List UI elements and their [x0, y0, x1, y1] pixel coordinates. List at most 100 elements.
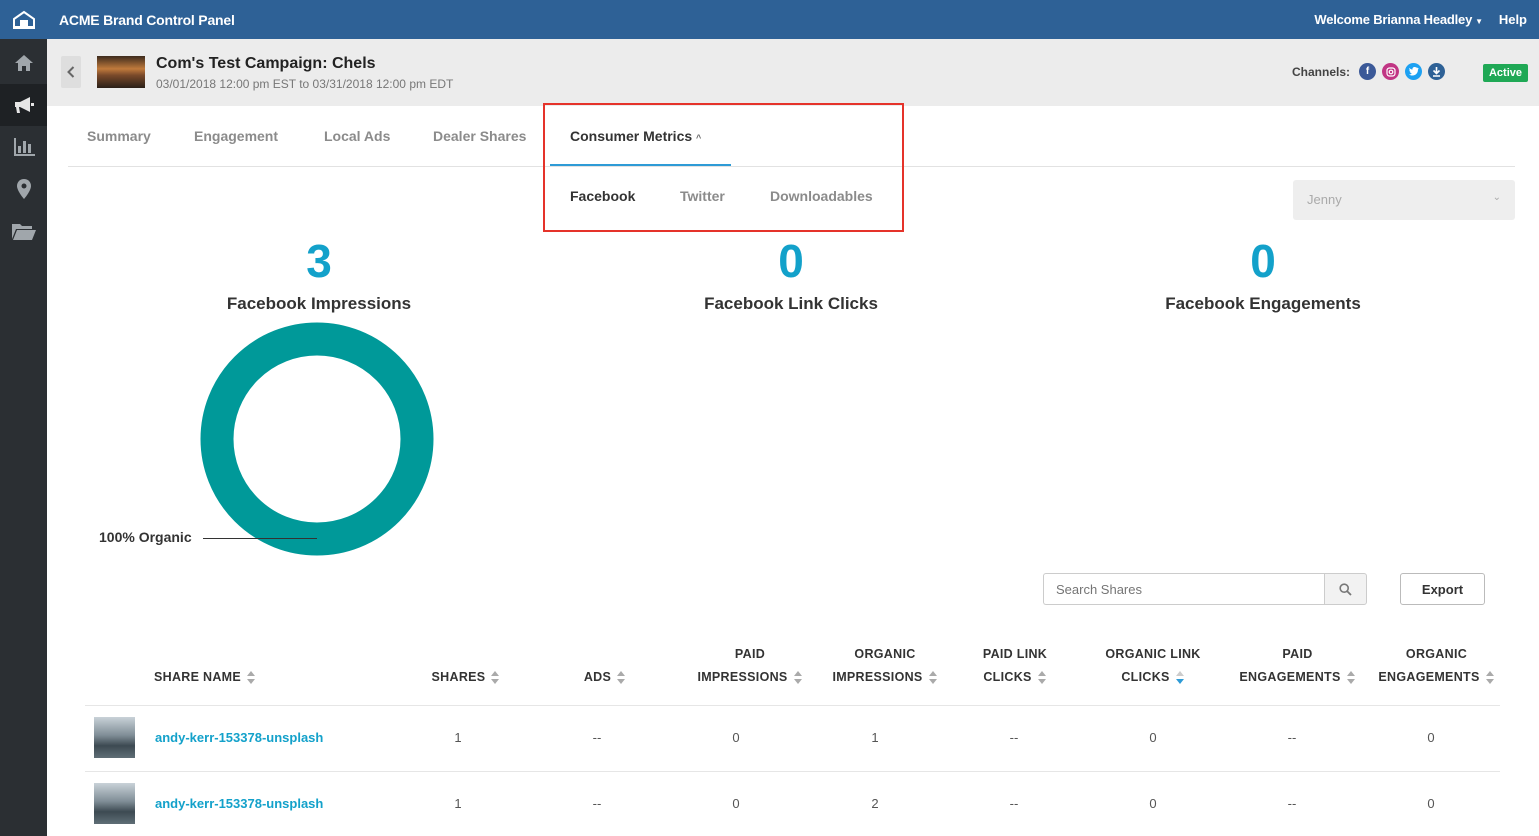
cell-organic-impressions: 2 — [871, 796, 879, 811]
search-button[interactable] — [1324, 573, 1367, 605]
sort-icon — [793, 671, 803, 685]
cell-paid-engagements: -- — [1287, 796, 1297, 811]
sort-icon — [1485, 671, 1495, 685]
cell-paid-impressions: 0 — [732, 730, 740, 745]
tab-summary[interactable]: Summary — [87, 128, 151, 144]
cell-shares: 1 — [454, 730, 462, 745]
col-header-label: ENGAGEMENTS — [1378, 670, 1480, 684]
sidebar-item-campaigns[interactable] — [0, 84, 47, 126]
share-name-link[interactable]: andy-kerr-153378-unsplash — [155, 730, 323, 745]
metric-value: 3 — [306, 235, 332, 287]
tab-local-ads[interactable]: Local Ads — [324, 128, 390, 144]
app-title: ACME Brand Control Panel — [59, 11, 235, 28]
home-icon — [14, 55, 33, 71]
help-link[interactable]: Help — [1499, 12, 1527, 27]
cell-paid-engagements: -- — [1287, 730, 1297, 745]
col-header-label: ORGANIC LINK — [1105, 647, 1201, 661]
donut-label: 100% Organic — [99, 529, 192, 545]
col-header-label: ENGAGEMENTS — [1239, 670, 1341, 684]
table-row-divider — [85, 771, 1500, 772]
col-header-label: IMPRESSIONS — [832, 670, 923, 684]
user-menu[interactable]: Welcome Brianna Headley ▼ — [1314, 12, 1483, 27]
col-header-label: ORGANIC — [1405, 647, 1468, 661]
col-header-paid-link-clicks[interactable]: PAID LINK CLICKS — [950, 643, 1080, 689]
house-logo-icon — [12, 10, 35, 29]
share-thumbnail — [94, 783, 135, 824]
col-header-shares[interactable]: SHARES — [421, 666, 511, 689]
donut-label-line — [203, 538, 317, 539]
sort-desc-icon — [1175, 671, 1185, 685]
back-button[interactable] — [61, 56, 81, 88]
megaphone-icon — [14, 97, 34, 113]
cell-organic-link-clicks: 0 — [1149, 730, 1157, 745]
col-header-organic-impressions[interactable]: ORGANIC IMPRESSIONS — [815, 643, 955, 689]
dealer-filter-value: Jenny — [1307, 192, 1342, 207]
tab-engagement[interactable]: Engagement — [194, 128, 278, 144]
dealer-filter-select[interactable]: Jenny ⌄ — [1293, 180, 1515, 220]
cell-paid-link-clicks: -- — [1009, 730, 1019, 745]
channels-list: Channels: f — [1292, 63, 1445, 80]
metric-label: Facebook Impressions — [226, 294, 412, 313]
share-thumbnail — [94, 717, 135, 758]
search-icon — [1339, 582, 1352, 596]
sidebar-item-locations[interactable] — [0, 168, 47, 210]
col-header-ads[interactable]: ADS — [560, 666, 650, 689]
col-header-label: SHARES — [431, 670, 486, 684]
sort-icon — [928, 671, 938, 685]
metric-label: Facebook Link Clicks — [704, 294, 878, 313]
cell-ads: -- — [592, 730, 602, 745]
highlight-annotation — [543, 103, 904, 232]
col-header-label: CLICKS — [1121, 670, 1170, 684]
campaign-title: Com's Test Campaign: Chels — [156, 55, 376, 72]
tab-dealer-shares[interactable]: Dealer Shares — [433, 128, 526, 144]
sort-icon — [491, 671, 500, 685]
cell-organic-link-clicks: 0 — [1149, 796, 1157, 811]
impressions-donut-chart — [200, 322, 434, 556]
donut-organic-segment — [200, 322, 434, 556]
col-header-label: SHARE NAME — [154, 670, 242, 684]
cell-organic-engagements: 0 — [1427, 730, 1435, 745]
col-header-label: IMPRESSIONS — [697, 670, 788, 684]
sidebar-item-reports[interactable] — [0, 126, 47, 168]
export-button[interactable]: Export — [1400, 573, 1485, 605]
chevron-left-icon — [67, 66, 75, 78]
metric-value: 0 — [1250, 235, 1276, 287]
brand-logo[interactable] — [0, 0, 47, 39]
col-header-label: PAID LINK — [982, 647, 1048, 661]
sort-icon — [1037, 671, 1047, 685]
col-header-organic-link-clicks[interactable]: ORGANIC LINK CLICKS — [1088, 643, 1218, 689]
cell-organic-impressions: 1 — [871, 730, 879, 745]
col-header-organic-engagements[interactable]: ORGANIC ENGAGEMENTS — [1364, 643, 1509, 689]
facebook-icon: f — [1359, 63, 1376, 80]
metric-engagements: 0 Facebook Engagements — [1083, 238, 1443, 314]
metric-value: 0 — [778, 235, 804, 287]
sort-icon — [1346, 671, 1356, 685]
campaign-thumbnail — [97, 56, 145, 88]
col-header-label: ADS — [583, 670, 612, 684]
sidebar-item-assets[interactable] — [0, 210, 47, 252]
bar-chart-icon — [13, 138, 35, 156]
search-shares-input[interactable] — [1043, 573, 1325, 605]
col-header-paid-engagements[interactable]: PAID ENGAGEMENTS — [1225, 643, 1370, 689]
metric-impressions: 3 Facebook Impressions — [139, 238, 499, 314]
sidebar — [0, 0, 47, 836]
cell-ads: -- — [592, 796, 602, 811]
instagram-icon — [1382, 63, 1399, 80]
top-bar: ACME Brand Control Panel Welcome Brianna… — [47, 0, 1539, 39]
channels-label: Channels: — [1291, 64, 1350, 79]
cell-paid-link-clicks: -- — [1009, 796, 1019, 811]
cell-organic-engagements: 0 — [1427, 796, 1435, 811]
col-header-paid-impressions[interactable]: PAID IMPRESSIONS — [680, 643, 820, 689]
share-name-link[interactable]: andy-kerr-153378-unsplash — [155, 796, 323, 811]
user-greeting: Welcome Brianna Headley — [1314, 12, 1473, 27]
table-header-divider — [85, 705, 1500, 706]
metric-label: Facebook Engagements — [1165, 294, 1361, 313]
campaign-header: Com's Test Campaign: Chels 03/01/2018 12… — [47, 39, 1539, 106]
campaign-dates: 03/01/2018 12:00 pm EST to 03/31/2018 12… — [156, 77, 454, 91]
col-header-share-name[interactable]: SHARE NAME — [154, 666, 256, 689]
sidebar-item-home[interactable] — [0, 42, 47, 84]
sort-icon — [617, 671, 626, 685]
col-header-label: PAID — [734, 647, 766, 661]
col-header-label: ORGANIC — [854, 647, 916, 661]
twitter-icon — [1405, 63, 1422, 80]
